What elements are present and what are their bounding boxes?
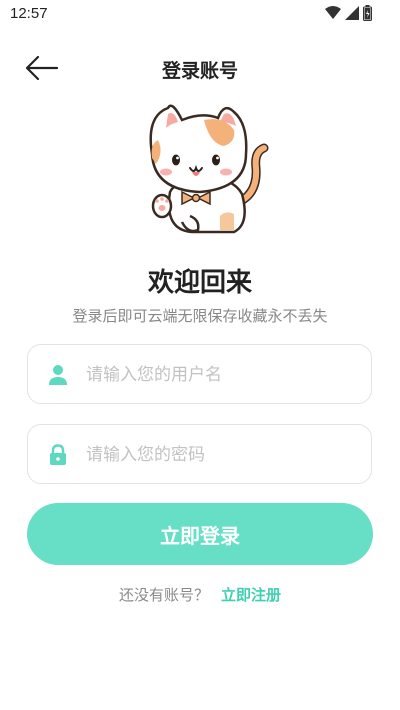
register-prompt: 还没有账号？	[118, 586, 209, 604]
lock-icon	[50, 444, 66, 465]
welcome-heading: 欢迎回来	[147, 268, 252, 298]
cat-mascot	[138, 96, 270, 238]
password-field[interactable]	[27, 424, 372, 485]
register-row: 还没有账号？ 立即注册	[0, 584, 400, 605]
login-button[interactable]: 立即登录	[27, 503, 373, 565]
password-input[interactable]	[84, 425, 358, 485]
battery-icon	[363, 5, 372, 21]
status-icons	[325, 5, 372, 21]
status-time: 12:57	[10, 5, 48, 22]
username-input[interactable]	[84, 345, 358, 405]
username-field[interactable]	[27, 344, 372, 405]
register-link[interactable]: 立即注册	[221, 586, 281, 604]
signal-icon	[345, 6, 359, 20]
welcome-subtitle: 登录后即可云端无限保存收藏永不丢失	[72, 307, 328, 325]
status-bar: 12:57	[0, 0, 400, 28]
user-icon	[49, 365, 67, 385]
page-title: 登录账号	[161, 60, 238, 82]
wifi-icon	[325, 6, 341, 20]
